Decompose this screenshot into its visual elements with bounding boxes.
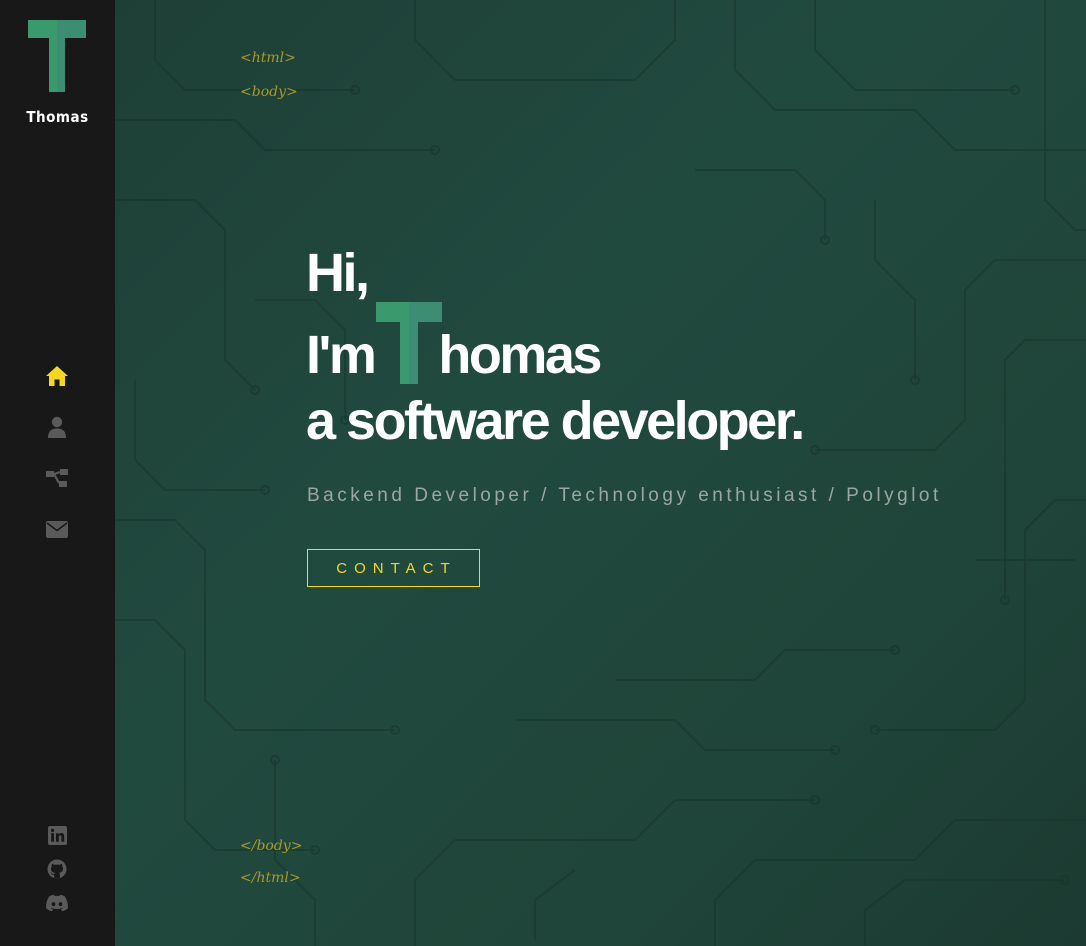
sidebar: Thomas: [0, 0, 115, 946]
contact-button[interactable]: CONTACT: [307, 549, 480, 587]
html-open-tag: <html>: [240, 50, 296, 66]
nav-envelope-icon[interactable]: [45, 517, 69, 541]
linkedin-icon[interactable]: [46, 824, 68, 846]
logo-t-icon[interactable]: [28, 20, 86, 92]
hero-heading: Hi, I'm homas a software developer.: [306, 240, 805, 454]
hero-subtitle: Backend Developer / Technology enthusias…: [307, 485, 942, 506]
nav-user-icon[interactable]: [45, 415, 69, 439]
github-icon[interactable]: [46, 858, 68, 880]
body-open-tag: <body>: [240, 84, 298, 100]
hero-im: I'm: [306, 325, 377, 385]
hero-name-line: I'm homas: [306, 302, 803, 388]
body-close-tag: </body>: [240, 838, 303, 854]
nav-sitemap-icon[interactable]: [45, 466, 69, 490]
circuit-background: [115, 0, 1086, 946]
hero-name-rest: homas: [438, 325, 602, 385]
hero-role: a software developer.: [306, 391, 805, 451]
logo-name: Thomas: [26, 108, 89, 126]
discord-icon[interactable]: [46, 892, 68, 914]
hero-greeting: Hi,: [306, 243, 370, 303]
hero-t-logo-icon: [376, 302, 443, 384]
html-close-tag: </html>: [240, 870, 301, 886]
nav-home-icon[interactable]: [45, 364, 69, 388]
hero-section: <html> <body> </body> </html> Hi, I'm ho…: [115, 0, 1086, 946]
